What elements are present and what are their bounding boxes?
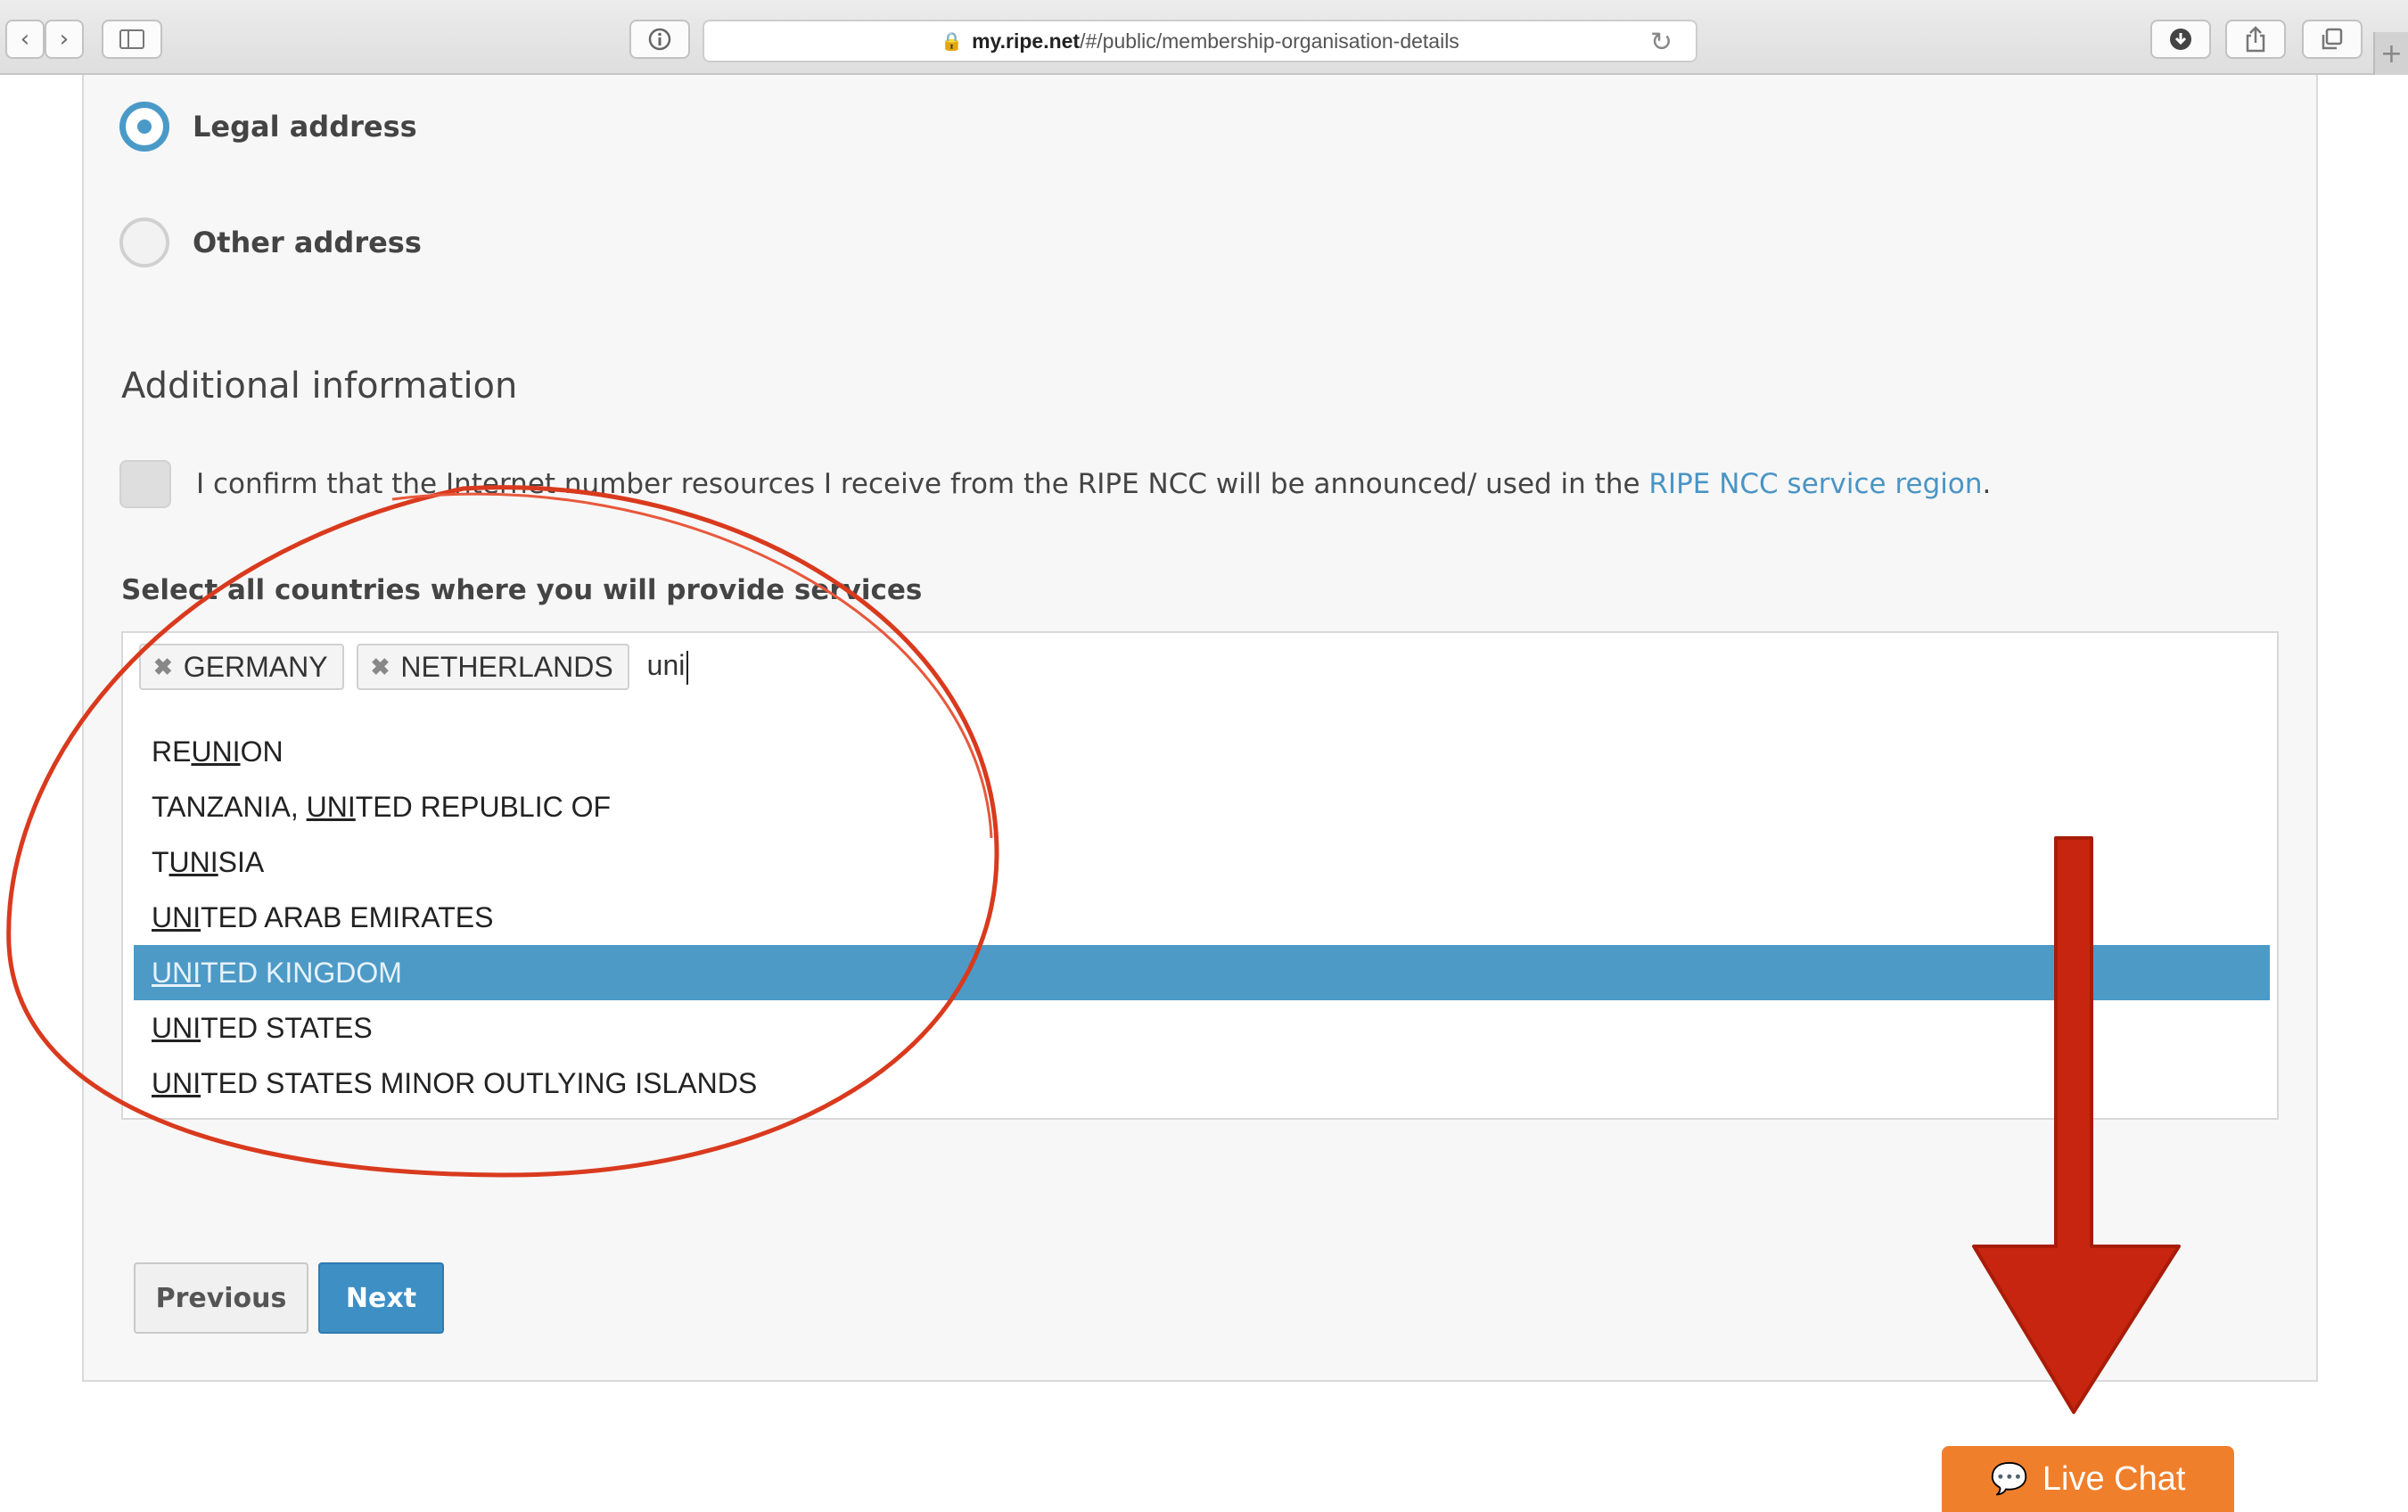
option-text-post: TED ARAB EMIRATES xyxy=(201,900,494,933)
selected-tags: ✖ GERMANY ✖ NETHERLANDS uni xyxy=(139,644,689,690)
option-match: UNI xyxy=(152,900,201,933)
confirm-checkbox[interactable] xyxy=(119,460,171,508)
reload-icon[interactable]: ↻ xyxy=(1650,27,1672,58)
confirm-statement: I confirm that the Internet number resou… xyxy=(196,468,1649,500)
text-caret xyxy=(686,650,689,685)
address-bar[interactable]: 🔒 my.ripe.net /#/public/membership-organ… xyxy=(703,20,1697,62)
option-text-pre: RE xyxy=(152,735,192,768)
option-text-post: SIA xyxy=(218,845,265,878)
option-match: UNI xyxy=(152,1066,201,1099)
browser-toolbar: ‹ › 🔒 my.ripe.net /#/public/membership-o… xyxy=(0,0,2408,75)
service-region-link[interactable]: RIPE NCC service region xyxy=(1648,468,1982,500)
typed-text: uni xyxy=(646,649,686,682)
country-option[interactable]: RE UNI ON xyxy=(134,724,2270,779)
option-text-post: ON xyxy=(240,735,284,768)
additional-info-heading: Additional information xyxy=(121,366,518,407)
option-match: UNI xyxy=(306,790,356,823)
countries-label: Select all countries where you will prov… xyxy=(121,574,923,606)
confirm-suffix: . xyxy=(1982,468,1992,500)
downloads-icon[interactable] xyxy=(2150,20,2211,59)
remove-tag-icon[interactable]: ✖ xyxy=(371,653,390,681)
other-address-radio[interactable] xyxy=(119,218,169,267)
option-text-post: TED KINGDOM xyxy=(201,956,402,989)
next-button[interactable]: Next xyxy=(318,1262,444,1334)
live-chat-label: Live Chat xyxy=(2042,1459,2186,1498)
lock-icon: 🔒 xyxy=(941,31,964,52)
confirm-text: I confirm that the Internet number resou… xyxy=(196,468,1991,500)
forward-icon[interactable]: › xyxy=(45,20,84,59)
confirm-row: I confirm that the Internet number resou… xyxy=(119,460,1991,508)
option-text-post: TED STATES MINOR OUTLYING ISLANDS xyxy=(201,1066,758,1099)
back-icon[interactable]: ‹ xyxy=(5,20,45,59)
option-match: UNI xyxy=(152,956,201,989)
country-option[interactable]: T UNI SIA xyxy=(134,834,2270,890)
tag-label: NETHERLANDS xyxy=(400,650,613,683)
share-icon[interactable] xyxy=(2225,20,2286,59)
country-option[interactable]: UNI TED ARAB EMIRATES xyxy=(134,890,2270,945)
url-path: /#/public/membership-organisation-detail… xyxy=(1080,29,1459,53)
countries-multiselect[interactable]: ✖ GERMANY ✖ NETHERLANDS uni RE UNI ON TANZA… xyxy=(121,631,2279,1120)
other-address-option[interactable]: Other address xyxy=(119,218,422,267)
option-text-pre: TANZANIA, xyxy=(152,790,307,823)
tabs-icon[interactable] xyxy=(2302,20,2363,59)
country-option[interactable]: UNI TED STATES xyxy=(134,1000,2270,1056)
option-match: UNI xyxy=(152,1011,201,1044)
legal-address-option[interactable]: Legal address xyxy=(119,102,417,152)
other-address-label: Other address xyxy=(193,226,422,259)
new-tab-icon[interactable]: + xyxy=(2373,32,2408,75)
sidebar-icon[interactable] xyxy=(102,20,162,59)
remove-tag-icon[interactable]: ✖ xyxy=(153,653,173,681)
country-tag: ✖ NETHERLANDS xyxy=(356,644,629,690)
previous-button[interactable]: Previous xyxy=(134,1262,308,1334)
option-match: UNI xyxy=(168,845,218,878)
country-option[interactable]: TANZANIA, UNI TED REPUBLIC OF xyxy=(134,779,2270,834)
url-domain: my.ripe.net xyxy=(972,29,1081,53)
option-match: UNI xyxy=(191,735,241,768)
option-text-post: TED REPUBLIC OF xyxy=(355,790,612,823)
info-icon[interactable] xyxy=(629,20,690,59)
legal-address-label: Legal address xyxy=(193,110,417,144)
tag-label: GERMANY xyxy=(183,650,328,683)
country-options-list: RE UNI ON TANZANIA, UNI TED REPUBLIC OF T UNI S… xyxy=(134,724,2270,1111)
country-option[interactable]: UNI TED KINGDOM xyxy=(134,945,2270,1000)
country-search-input[interactable]: uni xyxy=(647,649,689,685)
country-option[interactable]: UNI TED STATES MINOR OUTLYING ISLANDS xyxy=(134,1056,2270,1111)
chat-bubbles-icon: 💬 xyxy=(1990,1462,2028,1496)
country-tag: ✖ GERMANY xyxy=(139,644,344,690)
option-text-pre: T xyxy=(152,845,169,878)
legal-address-radio[interactable] xyxy=(119,102,169,152)
option-text-post: TED STATES xyxy=(201,1011,373,1044)
live-chat-button[interactable]: 💬 Live Chat xyxy=(1942,1446,2234,1512)
